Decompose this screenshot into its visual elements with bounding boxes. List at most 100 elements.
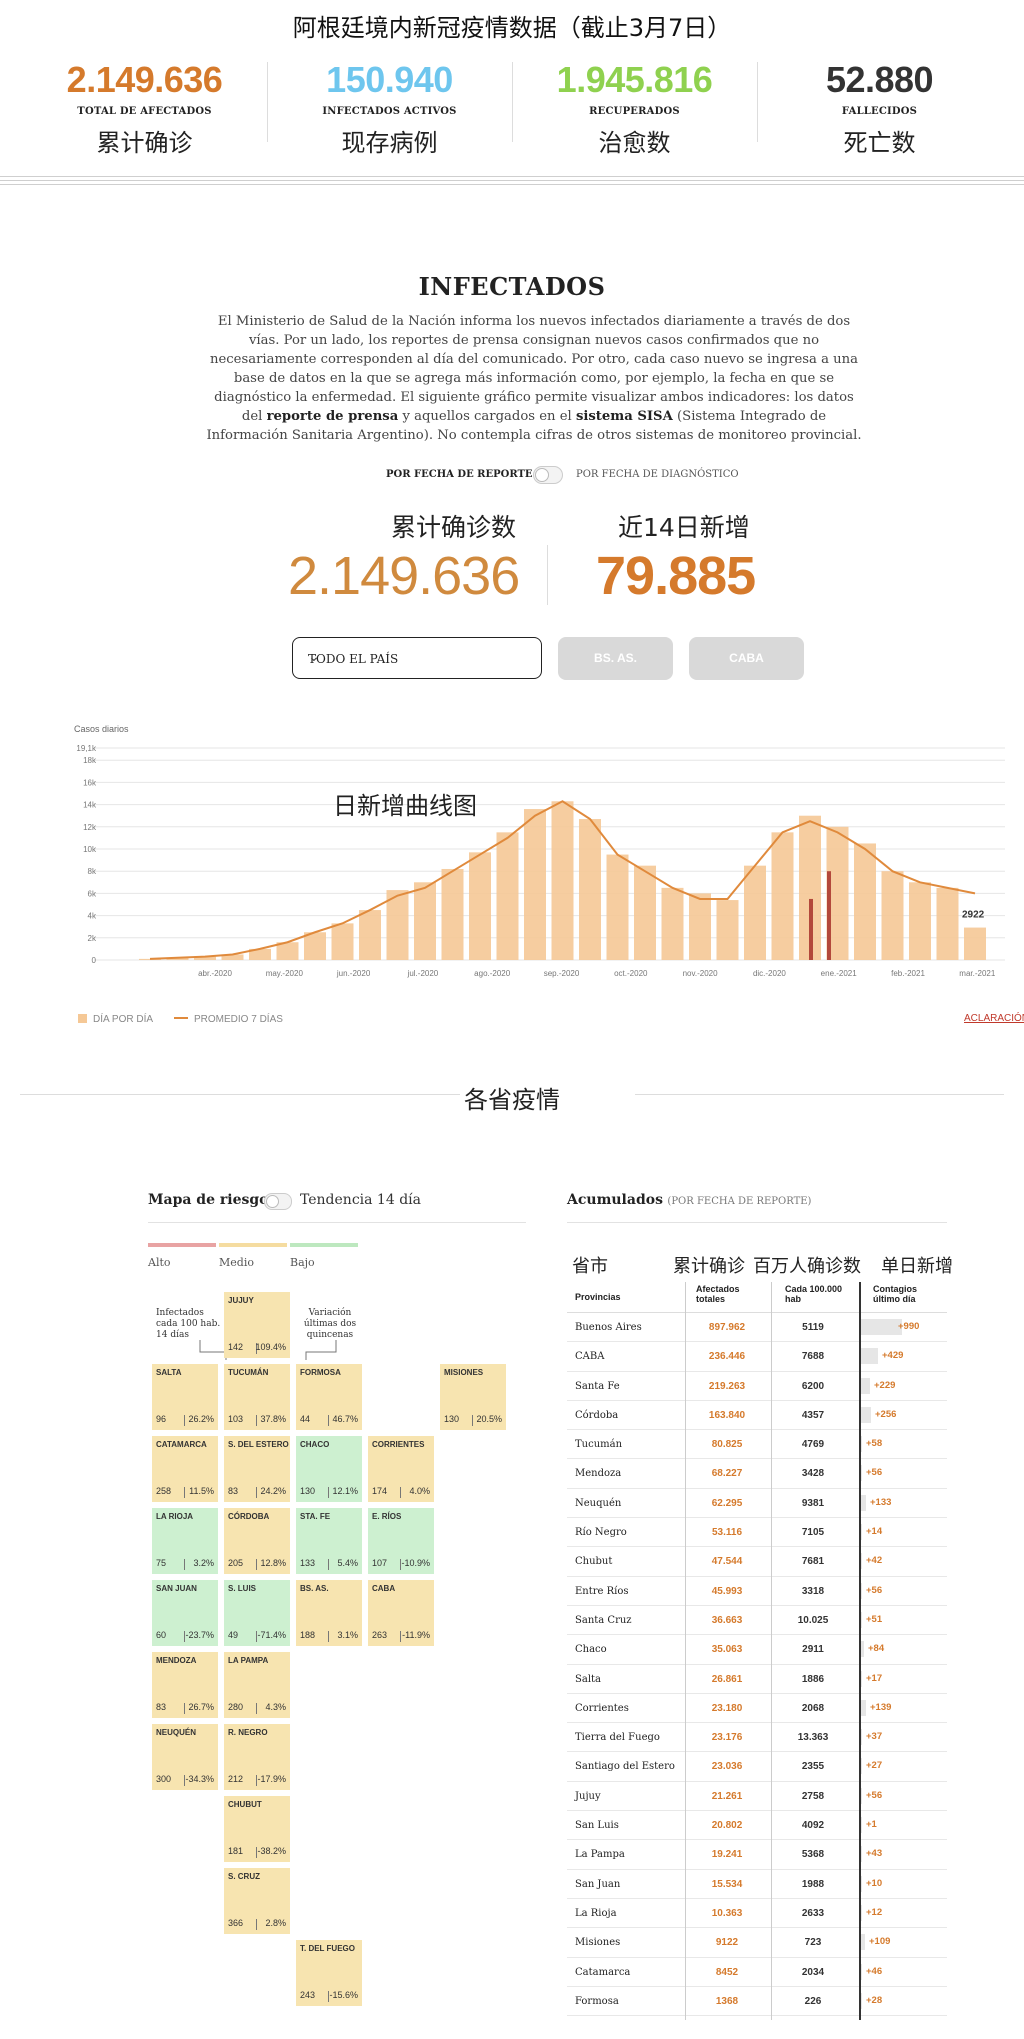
province-tile-variation: 12.1% xyxy=(332,1486,358,1496)
annotation-variation: Variación últimas dos quincenas xyxy=(303,1308,357,1340)
table-row: Corrientes 23.180 2068 +139 xyxy=(567,1694,947,1724)
cell-total: 45.993 xyxy=(711,1585,743,1597)
table-row: Tierra del Fuego 23.176 13.363 +37 xyxy=(567,1723,947,1753)
level-bar-medium xyxy=(219,1243,287,1247)
cell-daily: +429 xyxy=(882,1350,904,1362)
cell-total: 80.825 xyxy=(711,1439,743,1451)
table-row: San Juan 15.534 1988 +10 xyxy=(567,1870,947,1899)
province-tile-variation: -23.7% xyxy=(185,1630,214,1640)
cell-daily: +990 xyxy=(898,1321,920,1332)
province-tile[interactable]: MENDOZA 83 26.7% xyxy=(152,1652,218,1718)
cell-daily: +42 xyxy=(866,1555,883,1567)
cell-total: 23.036 xyxy=(711,1761,743,1773)
cell-total: 68.227 xyxy=(711,1468,743,1480)
province-tile-incidence: 83 xyxy=(228,1486,239,1496)
province-tile-incidence: 300 xyxy=(156,1774,172,1784)
cell-per-100k: 2633 xyxy=(801,1907,825,1919)
stat-recovered-zh: 治愈数 xyxy=(598,129,671,157)
table-row: Córdoba 163.840 4357 +256 xyxy=(567,1401,947,1431)
province-tile-variation: 4.3% xyxy=(265,1702,286,1712)
column-divider xyxy=(685,1282,686,2020)
province-tile[interactable]: S. DEL ESTERO 83 24.2% xyxy=(224,1436,290,1502)
date-mode-toggle[interactable] xyxy=(533,466,563,484)
province-tile[interactable]: STA. FE 133 5.4% xyxy=(296,1508,362,1574)
province-tile[interactable]: BS. AS. 188 3.1% xyxy=(296,1580,362,1646)
province-tile[interactable]: MISIONES 130 20.5% xyxy=(440,1364,506,1430)
province-tile[interactable]: CORRIENTES 174 4.0% xyxy=(368,1436,434,1502)
province-tile[interactable]: CHUBUT 181 -38.2% xyxy=(224,1796,290,1862)
province-tile[interactable]: SALTA 96 26.2% xyxy=(152,1364,218,1430)
province-tile[interactable]: JUJUY 142 109.4% xyxy=(224,1292,290,1358)
province-tile-variation: -15.6% xyxy=(329,1990,358,2000)
province-tile[interactable]: CABA 263 -11.9% xyxy=(368,1580,434,1646)
aclaracion-link[interactable]: ACLARACIÓN xyxy=(964,1013,1024,1024)
cell-province: San Luis xyxy=(575,1820,619,1832)
province-tile-variation: 26.7% xyxy=(188,1702,214,1712)
province-tile-name: TUCUMÁN xyxy=(228,1368,269,1377)
divider xyxy=(256,1487,257,1498)
province-tile[interactable]: CÓRDOBA 205 12.8% xyxy=(224,1508,290,1574)
province-tile[interactable]: CATAMARCA 258 11.5% xyxy=(152,1436,218,1502)
province-tile-name: CATAMARCA xyxy=(156,1440,207,1449)
province-tile-variation: -71.4% xyxy=(257,1630,286,1640)
daily-bar xyxy=(359,910,381,960)
cell-total: 20.802 xyxy=(711,1820,743,1832)
province-tile[interactable]: TUCUMÁN 103 37.8% xyxy=(224,1364,290,1430)
stat-active-label: INFECTADOS ACTIVOS xyxy=(322,106,457,117)
province-tile-name: CHUBUT xyxy=(228,1800,262,1809)
province-tile[interactable]: E. RÍOS 107 -10.9% xyxy=(368,1508,434,1574)
province-tile-incidence: 174 xyxy=(372,1486,388,1496)
cell-province: Jujuy xyxy=(575,1790,601,1802)
y-tick-label: 6k xyxy=(88,889,97,898)
region-select[interactable]: TODO EL PAÍS ⌄ xyxy=(292,637,542,679)
desc-part: y aquellos cargados en el xyxy=(398,409,576,424)
divider xyxy=(256,1919,257,1930)
infectados-description: El Ministerio de Salud de la Nación info… xyxy=(204,312,864,445)
province-tile-incidence: 280 xyxy=(228,1702,244,1712)
cell-province: Formosa xyxy=(575,1995,619,2007)
province-tile[interactable]: SAN JUAN 60 -23.7% xyxy=(152,1580,218,1646)
divider xyxy=(328,1415,329,1426)
cell-daily: +56 xyxy=(866,1584,883,1596)
province-tile-incidence: 142 xyxy=(228,1342,244,1352)
infectados-title: INFECTADOS xyxy=(418,272,606,301)
province-tile-incidence: 130 xyxy=(300,1486,316,1496)
table-row: Chubut 47.544 7681 +42 xyxy=(567,1547,947,1577)
desc-bold: sistema SISA xyxy=(575,409,673,424)
province-tile-variation: -38.2% xyxy=(257,1846,286,1856)
province-tile-name: E. RÍOS xyxy=(372,1512,402,1521)
province-tile-name: MENDOZA xyxy=(156,1656,197,1665)
region-button-caba[interactable]: CABA xyxy=(689,637,804,680)
toggle-label-diagnosis: POR FECHA DE DIAGNÓSTICO xyxy=(576,469,739,480)
province-tile-name: LA PAMPA xyxy=(228,1656,269,1665)
y-tick-label: 2k xyxy=(88,934,97,943)
cell-total: 53.116 xyxy=(711,1527,743,1539)
cell-daily-bar xyxy=(860,1319,902,1335)
province-tile[interactable]: R. NEGRO 212 -17.9% xyxy=(224,1724,290,1790)
province-tile-incidence: 188 xyxy=(300,1630,316,1640)
cell-total: 36.663 xyxy=(711,1614,743,1626)
province-tile[interactable]: FORMOSA 44 46.7% xyxy=(296,1364,362,1430)
province-tile[interactable]: LA RIOJA 75 3.2% xyxy=(152,1508,218,1574)
table-body: Buenos Aires 897.962 5119 +990 CABA 236.4… xyxy=(567,1313,947,2017)
province-tile[interactable]: LA PAMPA 280 4.3% xyxy=(224,1652,290,1718)
level-bar-high xyxy=(148,1243,216,1247)
recent-cases-zh-label: 近14日新增 xyxy=(618,513,750,542)
province-tile[interactable]: S. LUIS 49 -71.4% xyxy=(224,1580,290,1646)
province-tile[interactable]: NEUQUÉN 300 -34.3% xyxy=(152,1724,218,1790)
province-tile[interactable]: S. CRUZ 366 2.8% xyxy=(224,1868,290,1934)
header-daily: Contagios último día xyxy=(873,1284,917,1304)
cell-daily: +17 xyxy=(866,1672,883,1684)
province-tile[interactable]: CHACO 130 12.1% xyxy=(296,1436,362,1502)
cell-province: Santa Fe xyxy=(575,1380,620,1392)
province-tile-variation: 2.8% xyxy=(265,1918,286,1928)
page-title: 阿根廷境内新冠疫情数据（截止3月7日） xyxy=(292,14,732,42)
province-tile-incidence: 133 xyxy=(300,1558,316,1568)
region-button-bsas[interactable]: BS. AS. xyxy=(558,637,673,680)
accumulated-subtitle: (POR FECHA DE REPORTE) xyxy=(667,1196,812,1207)
stat-recovered: 1.945.816 RECUPERADOS 治愈数 xyxy=(512,60,757,157)
trend-toggle[interactable] xyxy=(264,1193,292,1210)
province-tile[interactable]: T. DEL FUEGO 243 -15.6% xyxy=(296,1940,362,2006)
cell-daily: +43 xyxy=(866,1848,883,1860)
risk-map-title-text: Mapa de riesgo xyxy=(148,1192,269,1208)
